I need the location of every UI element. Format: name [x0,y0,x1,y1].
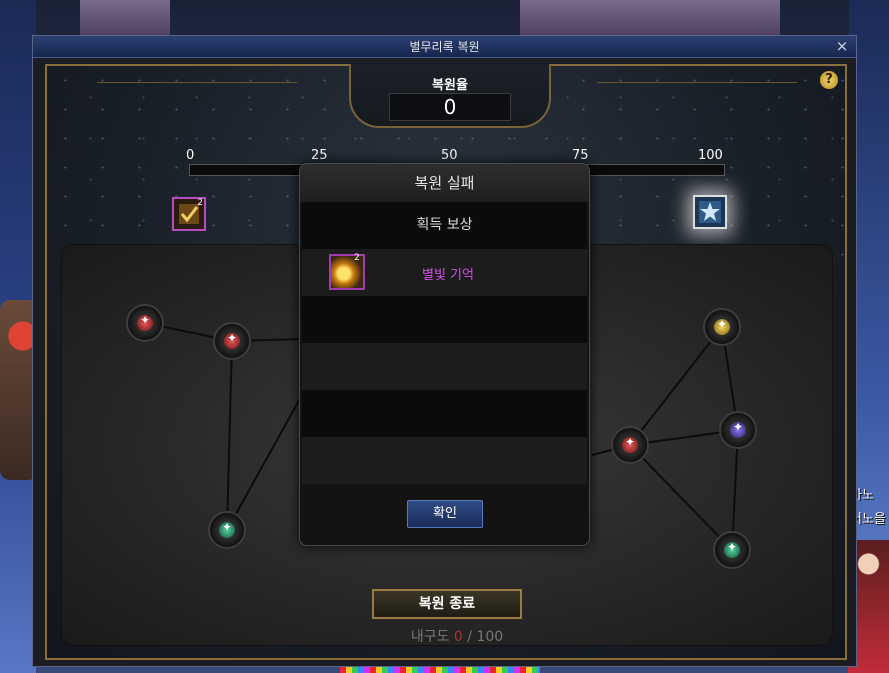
confirm-button[interactable]: 확인 [407,500,483,528]
milestone-reward-checkmark-icon[interactable]: 2 [172,197,206,231]
reward-count-badge: 2 [197,198,203,208]
constellation-node[interactable] [703,308,741,346]
restore-rate-panel: 복원율 0 [349,64,551,128]
constellation-node[interactable] [213,322,251,360]
background-building [520,0,780,40]
close-icon[interactable]: × [834,37,850,55]
star-crystal-icon [699,201,721,223]
reward-item-row[interactable]: 2 별빛 기억 [302,249,587,296]
milestone-reward-star-crystal-icon[interactable] [693,195,727,229]
durability-current: 0 [453,629,463,645]
scale-tick-label: 0 [186,148,195,163]
restore-rate-label: 복원율 [432,78,468,93]
empty-reward-row [302,437,587,484]
empty-reward-row [302,343,587,390]
durability-label: 내구도 [410,629,450,645]
help-icon[interactable]: ? [820,71,838,89]
empty-reward-row [302,390,587,437]
dialog-title: 복원 실패 [300,164,589,202]
decorative-line [597,82,797,83]
end-restore-button[interactable]: 복원 종료 [372,589,522,619]
constellation-node[interactable] [611,426,649,464]
constellation-node[interactable] [126,304,164,342]
constellation-node[interactable] [719,411,757,449]
window-titlebar[interactable]: 별무리록 복원 × [33,36,856,58]
scale-tick-label: 25 [311,148,328,163]
scale-tick-label: 50 [441,148,458,163]
constellation-node[interactable] [713,531,751,569]
item-name: 별빛 기억 [422,268,474,283]
background-building [80,0,170,40]
constellation-node[interactable] [208,511,246,549]
restore-rate-value: 0 [389,93,511,121]
window-title: 별무리록 복원 [409,40,480,54]
item-count-badge: 2 [354,253,360,263]
reward-header: 획득 보상 [302,202,587,249]
scale-tick-label: 75 [572,148,589,163]
restore-fail-dialog: 복원 실패 획득 보상 2 별빛 기억 확인 [299,163,590,546]
empty-reward-row [302,296,587,343]
durability-readout: 내구도 0 / 100 [377,626,537,646]
decorative-line [97,82,297,83]
durability-max: / 100 [467,629,504,645]
scale-tick-label: 100 [698,148,723,163]
